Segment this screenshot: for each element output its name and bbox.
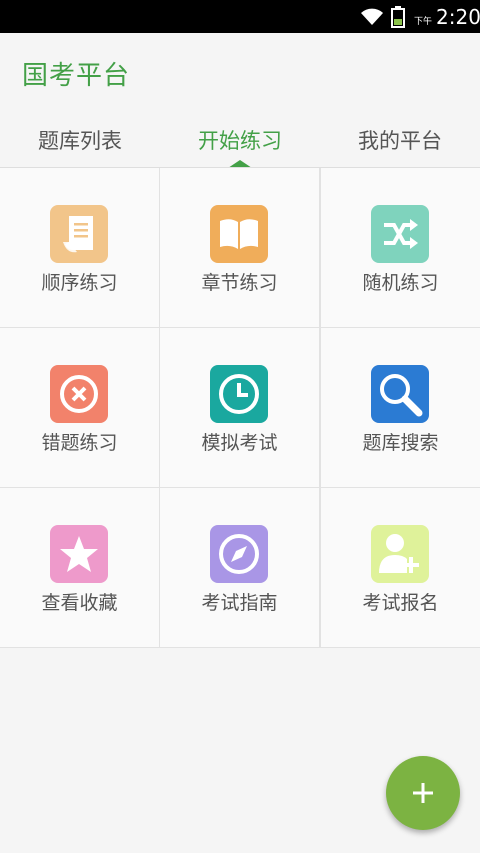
grid-item-label: 顺序练习 xyxy=(41,272,118,294)
grid-item-exam-guide[interactable]: 考试指南 xyxy=(160,488,319,647)
tab-question-bank-list[interactable]: 题库列表 xyxy=(0,125,160,155)
grid-item-chapter-practice[interactable]: 章节练习 xyxy=(160,168,319,327)
grid-item-label: 考试指南 xyxy=(201,592,278,614)
grid-item-wrong-question-practice[interactable]: 错题练习 xyxy=(0,328,159,487)
plus-icon xyxy=(413,783,433,803)
grid-item-question-search[interactable]: 题库搜索 xyxy=(321,328,480,487)
grid-item-label: 章节练习 xyxy=(201,272,278,294)
grid-item-label: 题库搜索 xyxy=(362,432,439,454)
status-ampm: 下午 xyxy=(414,17,433,27)
add-user-icon xyxy=(371,525,429,583)
grid-item-view-favorites[interactable]: 查看收藏 xyxy=(0,488,159,647)
feature-grid: 顺序练习 章节练习 随机练习 错题练习 模拟考试 题库搜索 查看收藏 考试指南 … xyxy=(0,168,480,648)
wifi-icon xyxy=(359,7,385,31)
clock-icon xyxy=(210,365,268,423)
grid-item-label: 模拟考试 xyxy=(201,432,278,454)
status-bar: 下午 2:20 xyxy=(0,0,480,33)
tab-my-platform[interactable]: 我的平台 xyxy=(320,125,480,155)
grid-item-sequential-practice[interactable]: 顺序练习 xyxy=(0,168,159,327)
grid-item-label: 查看收藏 xyxy=(41,592,118,614)
document-list-icon xyxy=(50,205,108,263)
app-bar: 国考平台 xyxy=(0,33,480,111)
search-icon xyxy=(371,365,429,423)
grid-item-label: 随机练习 xyxy=(362,272,439,294)
page-title: 国考平台 xyxy=(22,61,131,91)
add-fab-button[interactable] xyxy=(386,756,460,830)
shuffle-icon xyxy=(371,205,429,263)
open-book-icon xyxy=(210,205,268,263)
close-circle-icon xyxy=(50,365,108,423)
compass-icon xyxy=(210,525,268,583)
grid-item-label: 错题练习 xyxy=(41,432,118,454)
tab-bar: 题库列表 开始练习 我的平台 xyxy=(0,111,480,168)
battery-icon xyxy=(391,6,405,32)
grid-item-exam-registration[interactable]: 考试报名 xyxy=(321,488,480,647)
grid-item-mock-exam[interactable]: 模拟考试 xyxy=(160,328,319,487)
status-clock: 2:20 xyxy=(436,5,480,29)
tab-start-practice[interactable]: 开始练习 xyxy=(160,125,320,155)
grid-item-random-practice[interactable]: 随机练习 xyxy=(321,168,480,327)
star-icon xyxy=(50,525,108,583)
grid-item-label: 考试报名 xyxy=(362,592,439,614)
